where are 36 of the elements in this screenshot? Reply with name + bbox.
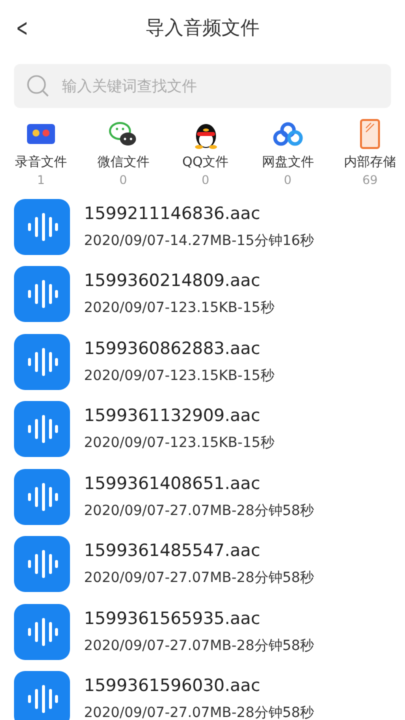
sound-wave-icon	[14, 468, 70, 525]
file-details: 2020/09/07-14.27MB-15分钟16秒	[84, 232, 314, 250]
file-name: 1599361596030.aac	[84, 676, 262, 696]
source-tab[interactable]: QQ文件 0	[174, 118, 236, 187]
file-details: 2020/09/07-27.07MB-28分钟58秒	[84, 704, 314, 720]
cloud-icon	[272, 122, 303, 146]
source-tab[interactable]: 内部存储 69	[339, 118, 401, 187]
file-details: 2020/09/07-27.07MB-28分钟58秒	[84, 636, 314, 655]
file-name: 1599361408651.aac	[84, 474, 262, 494]
search-icon	[26, 74, 50, 98]
file-details: 2020/09/07-123.15KB-15秒	[84, 299, 274, 318]
file-details: 2020/09/07-123.15KB-15秒	[84, 434, 274, 452]
recorder-icon	[26, 121, 56, 147]
back-button[interactable]: <	[12, 12, 32, 44]
source-tab[interactable]: 微信文件 0	[92, 118, 154, 187]
source-tab[interactable]: 网盘文件 0	[256, 118, 319, 187]
source-tab[interactable]: 录音文件 1	[10, 118, 72, 187]
sound-wave-icon	[14, 266, 70, 322]
sound-wave-icon	[14, 604, 70, 660]
file-name: 1599361132909.aac	[84, 406, 262, 426]
file-name: 1599360214809.aac	[84, 271, 262, 292]
sound-wave-icon	[14, 536, 70, 592]
sound-wave-icon	[14, 401, 70, 458]
file-name: 1599361565935.aac	[84, 608, 262, 629]
file-name: 1599360862883.aac	[84, 338, 262, 359]
file-details: 2020/09/07-27.07MB-28分钟58秒	[84, 569, 314, 588]
search-field[interactable]: 输入关键词查找文件	[14, 64, 391, 108]
sound-wave-icon	[14, 198, 70, 255]
file-name: 1599361485547.aac	[84, 541, 262, 562]
sound-wave-icon	[14, 334, 70, 390]
file-details: 2020/09/07-123.15KB-15秒	[84, 366, 274, 385]
page-title: 导入音频文件	[146, 16, 260, 41]
phone-icon	[359, 119, 381, 149]
file-details: 2020/09/07-27.07MB-28分钟58秒	[84, 502, 314, 520]
file-name: 1599211146836.aac	[84, 204, 262, 224]
chat-bubbles-icon	[108, 120, 138, 148]
